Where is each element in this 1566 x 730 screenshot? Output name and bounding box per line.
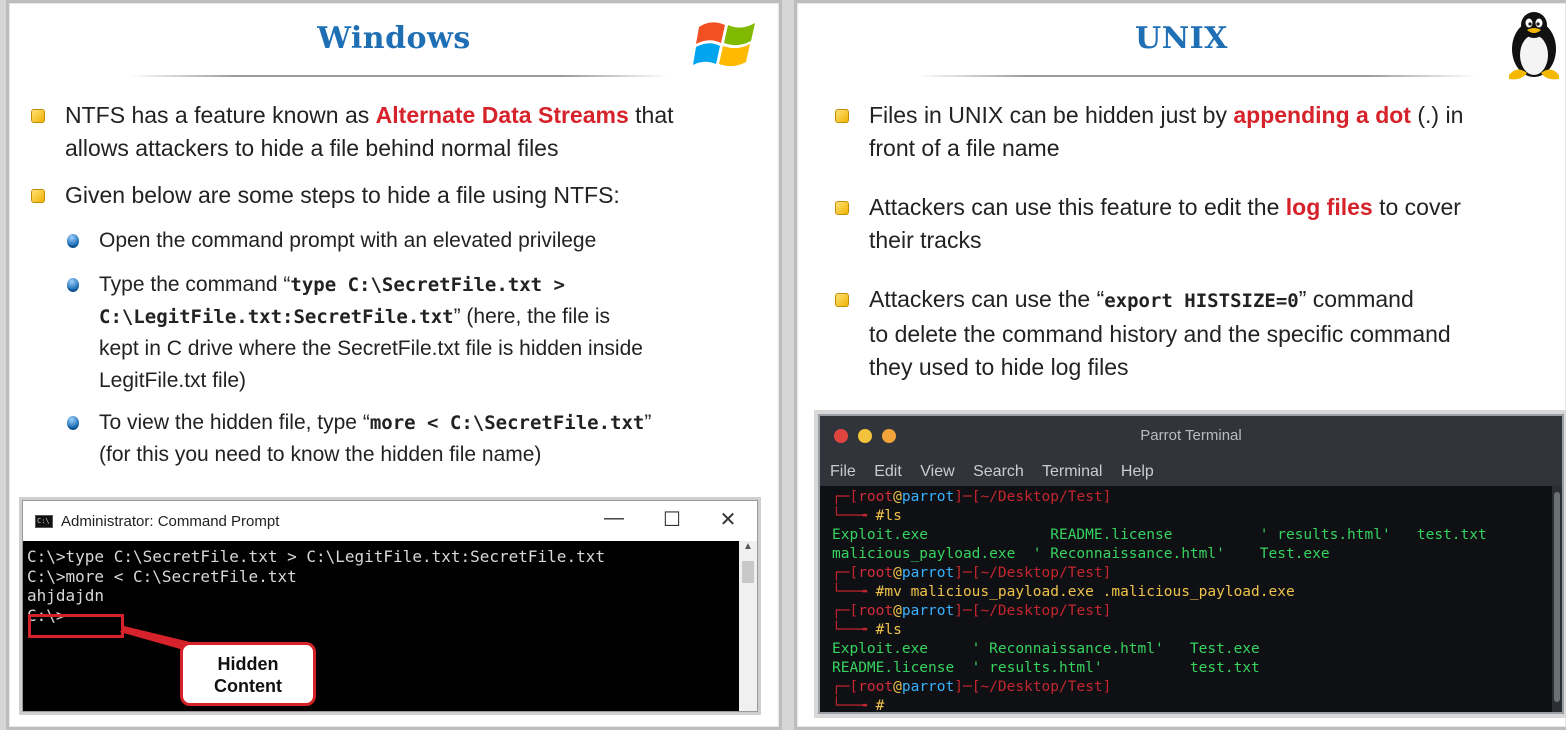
step-text: LegitFile.txt file) [99, 369, 247, 392]
cmd-scrollbar[interactable]: ▲ [739, 541, 757, 711]
code-legitfile-stream: C:\LegitFile.txt:SecretFile.txt [99, 306, 454, 328]
windows-logo-icon [693, 22, 755, 67]
callout-text: Hidden [217, 654, 279, 674]
title-divider [129, 75, 669, 77]
cmd-line: C:\>type C:\SecretFile.txt > C:\LegitFil… [27, 547, 605, 566]
title-divider [917, 75, 1477, 77]
bullet-text: Files in UNIX can be hidden just by [869, 102, 1234, 128]
code-export-histsize: export HISTSIZE=0 [1104, 290, 1299, 312]
menu-file[interactable]: File [830, 463, 856, 480]
menu-help[interactable]: Help [1121, 463, 1154, 480]
bullet-square-icon [835, 293, 849, 307]
bullet-text: front of a file name [869, 135, 1060, 161]
step-text: Open the command prompt with an elevated… [99, 229, 597, 252]
output-line: malicious_payload.exe ' Reconnaissance.h… [832, 546, 1330, 562]
bullet-square-icon [31, 189, 45, 203]
output-line: README.license ' results.html' test.txt [832, 660, 1260, 676]
command-line: └──╼ #ls [832, 508, 902, 524]
bullet-text: that [628, 102, 674, 128]
code-more-command: more < C:\SecretFile.txt [369, 412, 645, 434]
command-prompt-window: C:\ Administrator: Command Prompt — ☐ ✕ … [22, 500, 758, 712]
parrot-terminal-window: Parrot Terminal File Edit View Search Te… [818, 414, 1564, 714]
prompt-line: ┌─[root@parrot]─[~/Desktop/Test] [832, 603, 1112, 619]
bullet-text: (.) in [1410, 102, 1464, 128]
cmd-line: C:\> [27, 605, 66, 625]
command-line: └──╼ #ls [832, 622, 902, 638]
highlight-log-files: log files [1285, 194, 1373, 220]
bullet-text: NTFS has a feature known as [65, 102, 376, 128]
bullet-text: Attackers can use this feature to edit t… [869, 194, 1286, 220]
prompt-line: ┌─[root@parrot]─[~/Desktop/Test] [832, 565, 1112, 581]
scroll-thumb[interactable] [742, 561, 754, 583]
command-prompt-titlebar: C:\ Administrator: Command Prompt — ☐ ✕ [23, 501, 757, 541]
maximize-button[interactable]: ☐ [657, 507, 687, 532]
bullet-text: allows attackers to hide a file behind n… [65, 135, 559, 161]
bullet-square-icon [835, 109, 849, 123]
bullet-histsize: Attackers can use the “export HISTSIZE=0… [835, 283, 1451, 384]
command-prompt-output: C:\>type C:\SecretFile.txt > C:\LegitFil… [23, 541, 739, 711]
hidden-content-callout: Hidden Content [180, 642, 316, 706]
bullet-text: to delete the command history and the sp… [869, 321, 1451, 347]
terminal-output: ┌─[root@parrot]─[~/Desktop/Test] └──╼ #ls… [820, 486, 1552, 712]
minimize-button[interactable]: — [599, 507, 629, 530]
step-text: ” [644, 411, 652, 434]
scroll-up-icon[interactable]: ▲ [739, 541, 757, 552]
callout-text: Content [214, 676, 282, 696]
hidden-content-highlight [28, 614, 124, 638]
bullet-circle-icon [67, 278, 79, 292]
prompt-line: ┌─[root@parrot]─[~/Desktop/Test] [832, 489, 1112, 505]
bullet-text: to cover [1372, 194, 1461, 220]
bullet-circle-icon [67, 234, 79, 248]
step-open-cmd: Open the command prompt with an elevated… [67, 225, 596, 257]
terminal-scrollbar[interactable] [1552, 486, 1562, 712]
bullet-text: they used to hide log files [869, 354, 1129, 380]
step-type-command: Type the command “type C:\SecretFile.txt… [67, 269, 643, 397]
step-text: kept in C drive where the SecretFile.txt… [99, 337, 643, 360]
cmd-line: C:\>more < C:\SecretFile.txt [27, 566, 297, 586]
bullet-circle-icon [67, 416, 79, 430]
menu-search[interactable]: Search [973, 463, 1024, 480]
code-type-command: type C:\SecretFile.txt > [290, 274, 565, 296]
command-line: └──╼ #mv malicious_payload.exe .maliciou… [832, 584, 1295, 600]
terminal-titlebar: Parrot Terminal [820, 416, 1562, 458]
bullet-steps-intro: Given below are some steps to hide a fil… [31, 179, 620, 212]
bullet-log-files: Attackers can use this feature to edit t… [835, 191, 1461, 257]
menu-edit[interactable]: Edit [874, 463, 902, 480]
menu-terminal[interactable]: Terminal [1042, 463, 1102, 480]
output-line: Exploit.exe ' Reconnaissance.html' Test.… [832, 641, 1260, 657]
bullet-square-icon [31, 109, 45, 123]
command-prompt-title: Administrator: Command Prompt [61, 512, 280, 530]
bullet-text: Given below are some steps to hide a fil… [65, 182, 620, 208]
bullet-ntfs-ads: NTFS has a feature known as Alternate Da… [31, 99, 674, 165]
output-line: Exploit.exe README.license ' results.htm… [832, 527, 1487, 543]
menu-view[interactable]: View [920, 463, 954, 480]
bullet-text: ” command [1298, 286, 1414, 312]
step-text: (for this you need to know the hidden fi… [99, 443, 542, 466]
step-view-hidden: To view the hidden file, type “more < C:… [67, 407, 651, 471]
prompt-line: ┌─[root@parrot]─[~/Desktop/Test] [832, 679, 1112, 695]
step-text: Type the command “ [99, 273, 291, 296]
windows-title: Windows [317, 21, 471, 56]
bullet-unix-dot: Files in UNIX can be hidden just by appe… [835, 99, 1463, 165]
scroll-thumb[interactable] [1554, 492, 1560, 702]
bullet-square-icon [835, 201, 849, 215]
bullet-text: Attackers can use the “ [869, 286, 1105, 312]
cmd-line: ahjdajdn [27, 586, 105, 605]
highlight-alternate-data-streams: Alternate Data Streams [375, 102, 629, 128]
unix-title: UNIX [1135, 21, 1228, 56]
step-text: To view the hidden file, type “ [99, 411, 370, 434]
highlight-appending-dot: appending a dot [1233, 102, 1411, 128]
bullet-text: their tracks [869, 227, 982, 253]
cmd-app-icon: C:\ [35, 514, 53, 528]
terminal-title: Parrot Terminal [1140, 427, 1242, 444]
close-button[interactable]: ✕ [713, 507, 743, 532]
linux-penguin-icon [1509, 12, 1559, 80]
terminal-menubar: File Edit View Search Terminal Help [820, 458, 1562, 486]
command-line: └──╼ # [832, 698, 885, 712]
step-text: ” (here, the file is [453, 305, 611, 328]
